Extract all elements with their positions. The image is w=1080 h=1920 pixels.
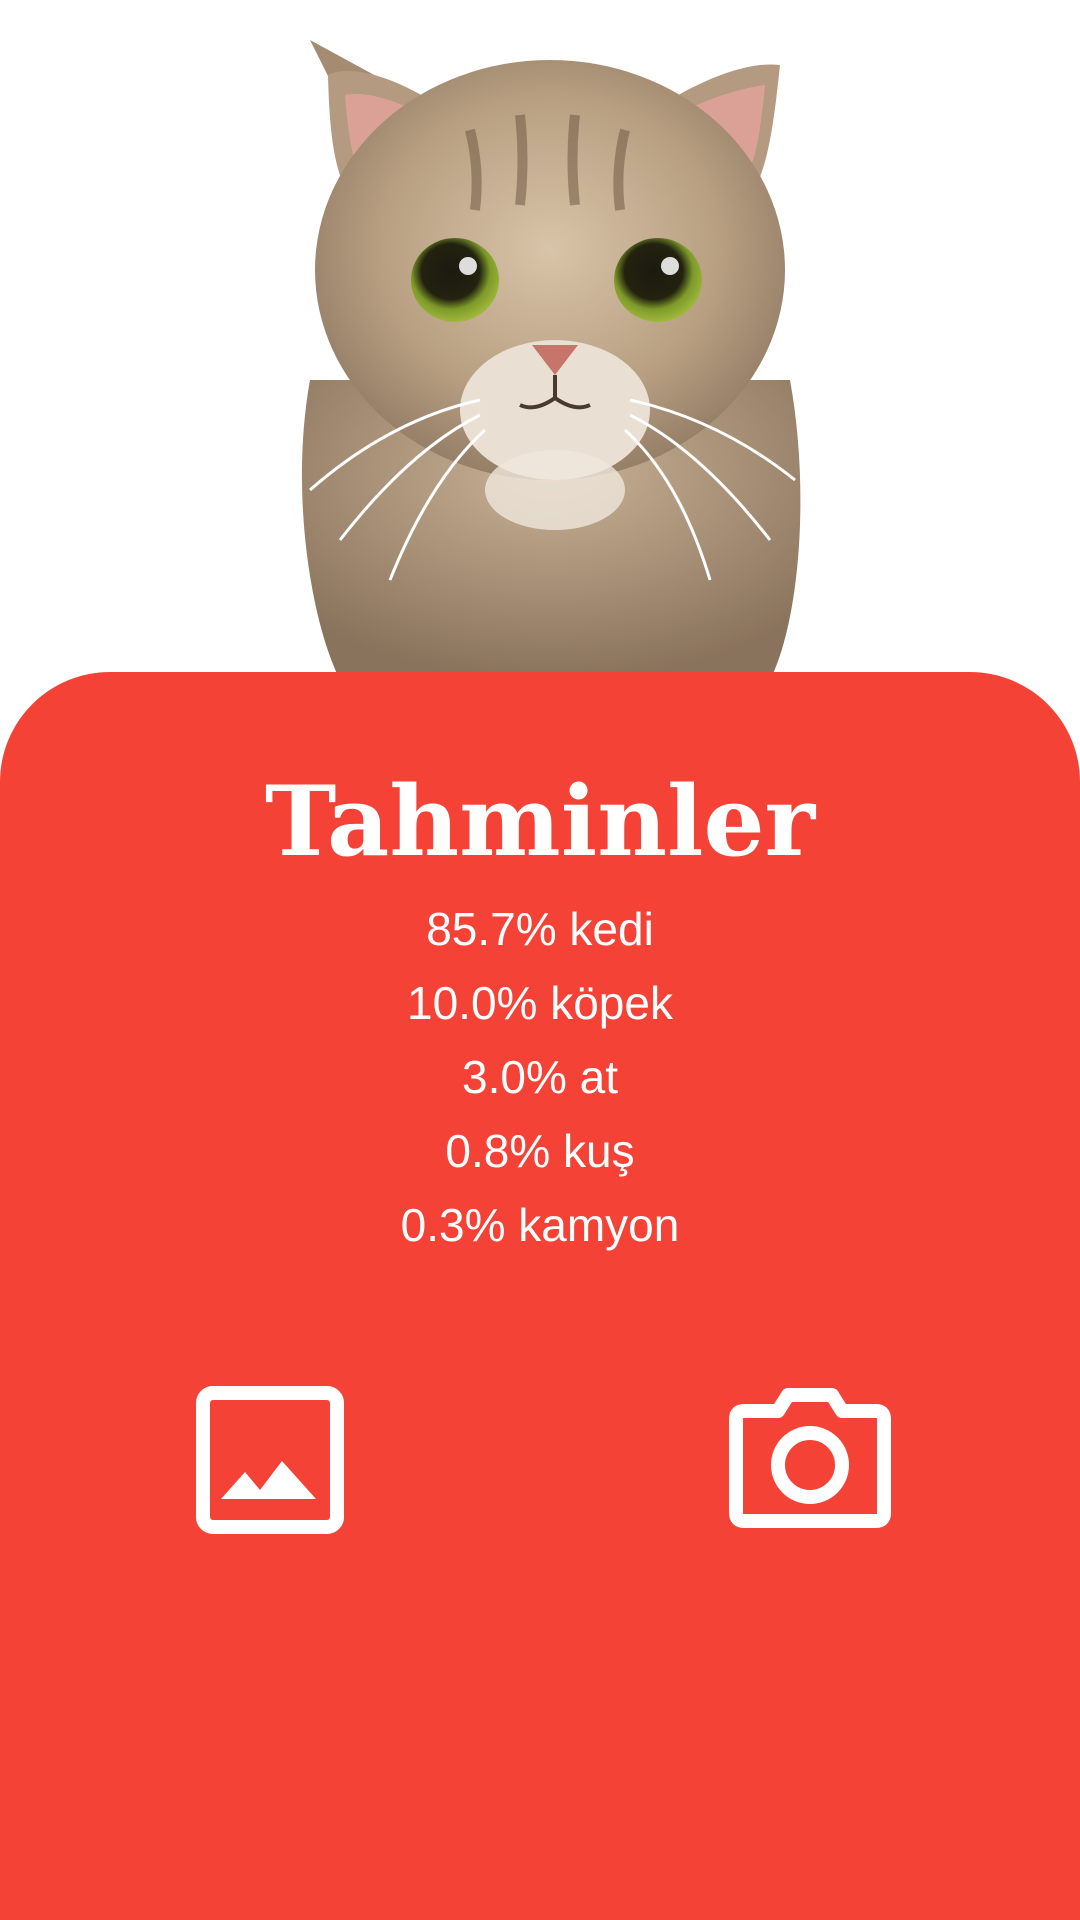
prediction-item: 0.3% kamyon <box>400 1199 680 1251</box>
image-gallery-icon <box>196 1386 344 1534</box>
predictions-panel: Tahminler 85.7% kedi 10.0% köpek 3.0% at… <box>0 672 1080 1920</box>
predictions-list: 85.7% kedi 10.0% köpek 3.0% at 0.8% kuş … <box>0 892 1080 1262</box>
prediction-item: 10.0% köpek <box>407 977 673 1029</box>
prediction-item: 85.7% kedi <box>426 903 654 955</box>
prediction-item: 0.8% kuş <box>445 1125 635 1177</box>
pick-from-gallery-button[interactable] <box>185 1375 355 1545</box>
selected-photo <box>0 0 1080 672</box>
cat-image <box>301 40 801 672</box>
prediction-item: 3.0% at <box>462 1051 618 1103</box>
take-photo-button[interactable] <box>720 1370 900 1540</box>
camera-icon <box>729 1388 891 1528</box>
predictions-title: Tahminler <box>264 765 816 878</box>
